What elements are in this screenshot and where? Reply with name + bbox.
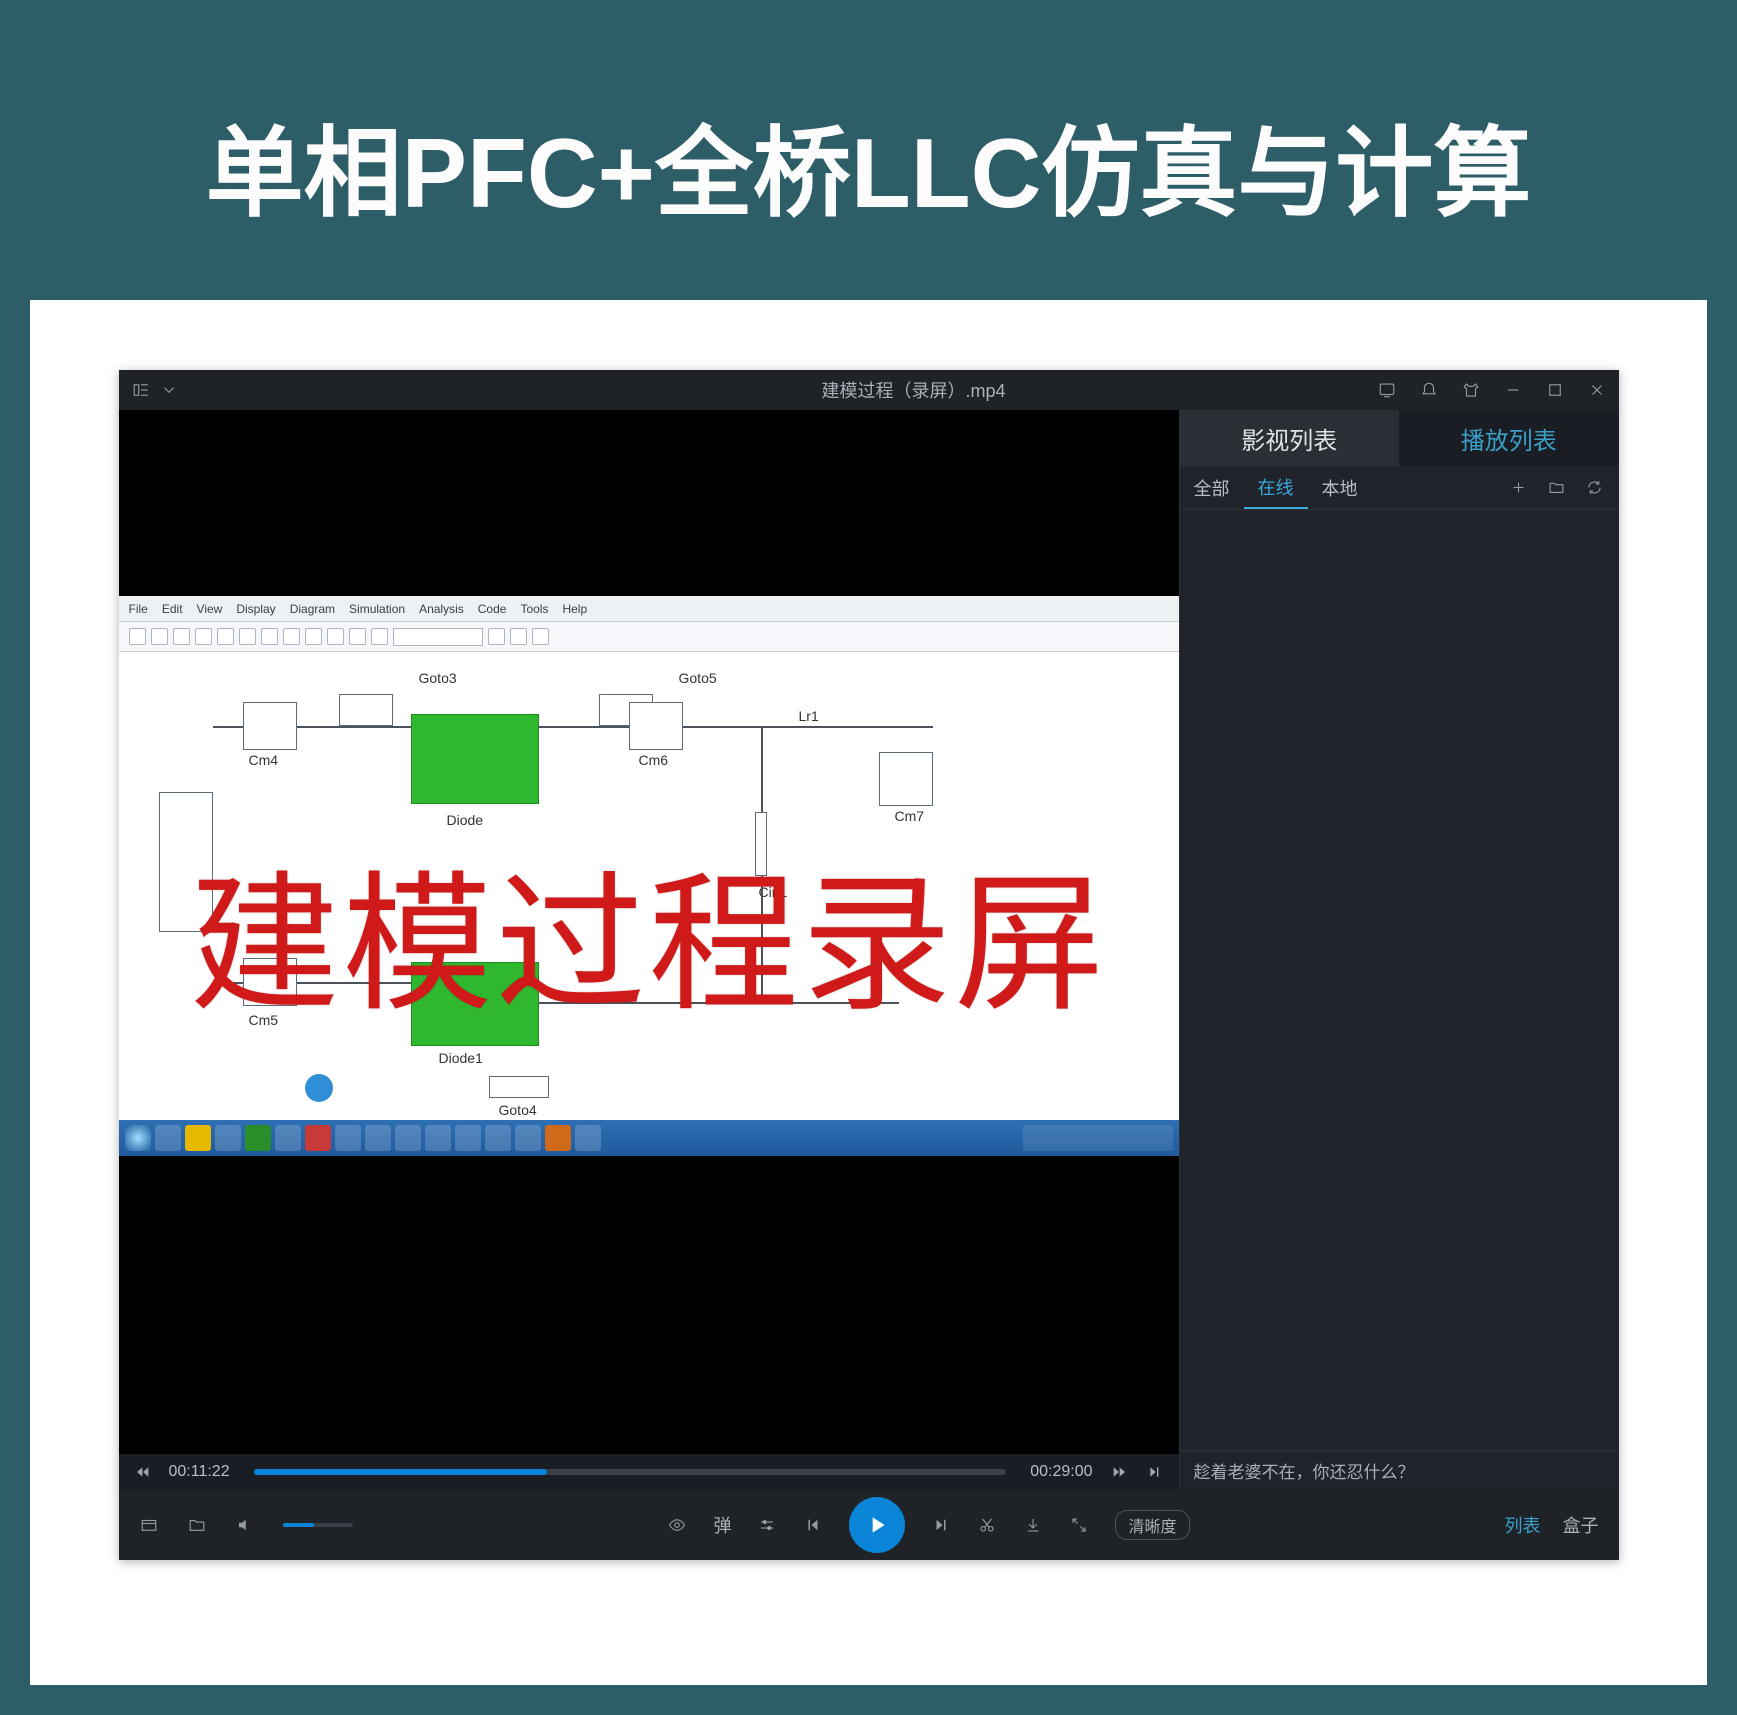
view-box-button[interactable]: 盒子 [1563,1512,1599,1538]
block-cin1 [755,812,767,876]
chevron-down-icon[interactable] [159,380,179,400]
window-title: 建模过程（录屏）.mp4 [451,377,1377,403]
block-cm5 [243,958,297,1006]
settings-sliders-icon[interactable] [757,1515,777,1535]
simulink-window: File Edit View Display Diagram Simulatio… [119,596,1179,1156]
quality-button[interactable]: 清晰度 [1115,1510,1189,1540]
menu-icon[interactable] [131,380,151,400]
tab-media-library[interactable]: 影视列表 [1180,410,1400,466]
eye-icon[interactable] [667,1515,687,1535]
notify-icon[interactable] [1419,380,1439,400]
sidebar-tabs-primary: 影视列表 播放列表 [1180,410,1619,466]
add-icon[interactable] [1509,478,1529,498]
sidebar-footer-text: 趁着老婆不在，你还忍什么？ [1180,1450,1619,1490]
maximize-icon[interactable] [1545,380,1565,400]
close-icon[interactable] [1587,380,1607,400]
minimize-icon[interactable] [1503,380,1523,400]
block-label-goto5: Goto5 [679,670,717,686]
block-goto3 [339,694,393,726]
block-transformer [159,792,213,932]
block-label-cm6: Cm6 [639,752,669,768]
fast-forward-icon[interactable] [1109,1462,1129,1482]
block-label-diode: Diode [447,812,484,828]
video-player-window: 建模过程（录屏）.mp4 [119,370,1619,1560]
simulink-toolbar [119,622,1179,652]
playlist-content [1180,510,1619,1450]
block-label-cm7: Cm7 [895,808,925,824]
tab-online[interactable]: 在线 [1244,466,1308,509]
snip-icon[interactable] [977,1515,997,1535]
download-icon[interactable] [1023,1515,1043,1535]
time-total: 00:29:00 [1030,1463,1092,1481]
previous-icon[interactable] [803,1515,823,1535]
tab-playlist[interactable]: 播放列表 [1399,410,1619,466]
tab-all[interactable]: 全部 [1180,466,1244,509]
block-cm7 [879,752,933,806]
simulink-canvas: Goto3 Goto5 Cm4 Diode Cm6 Lr1 Cin1 Cm7 C… [119,652,1179,1120]
refresh-icon[interactable] [1585,478,1605,498]
block-diode [411,714,539,804]
block-label-cin1: Cin1 [759,884,788,900]
volume-slider[interactable] [283,1523,353,1527]
sidebar-tabs-secondary: 全部 在线 本地 [1180,466,1619,510]
windows-taskbar [119,1120,1179,1156]
cursor-dot [305,1074,333,1102]
folder-add-icon[interactable] [1547,478,1567,498]
simulink-menu-bar: File Edit View Display Diagram Simulatio… [119,596,1179,622]
block-cm4 [243,702,297,750]
block-diode1 [411,962,539,1046]
next-icon[interactable] [931,1515,951,1535]
step-end-icon[interactable] [1145,1462,1165,1482]
player-controls: 弹 清晰度 列表 盒子 [119,1490,1619,1560]
progress-track[interactable] [254,1469,1007,1475]
danmu-toggle[interactable]: 弹 [713,1512,731,1538]
rewind-icon[interactable] [133,1462,153,1482]
volume-icon[interactable] [235,1515,255,1535]
block-label-goto3: Goto3 [419,670,457,686]
title-bar: 建模过程（录屏）.mp4 [119,370,1619,410]
block-label-cm5: Cm5 [249,1012,279,1028]
progress-bar: 00:11:22 00:29:00 [119,1454,1179,1490]
block-label-cm4: Cm4 [249,752,279,768]
block-label-lr1: Lr1 [799,708,819,724]
video-area[interactable]: File Edit View Display Diagram Simulatio… [119,410,1179,1490]
playlist-sidebar: 影视列表 播放列表 全部 在线 本地 [1179,410,1619,1490]
block-label-diode1: Diode1 [439,1050,483,1066]
view-list-button[interactable]: 列表 [1505,1512,1541,1538]
time-current: 00:11:22 [169,1463,230,1481]
tab-local[interactable]: 本地 [1308,466,1372,509]
play-button[interactable] [849,1497,905,1553]
feedback-icon[interactable] [1377,380,1397,400]
block-cm6 [629,702,683,750]
block-label-goto4: Goto4 [499,1102,537,1118]
page-title: 单相PFC+全桥LLC仿真与计算 [206,94,1532,236]
skin-icon[interactable] [1461,380,1481,400]
open-simple-icon[interactable] [139,1515,159,1535]
fullscreen-icon[interactable] [1069,1515,1089,1535]
block-goto4 [489,1076,549,1098]
open-folder-icon[interactable] [187,1515,207,1535]
